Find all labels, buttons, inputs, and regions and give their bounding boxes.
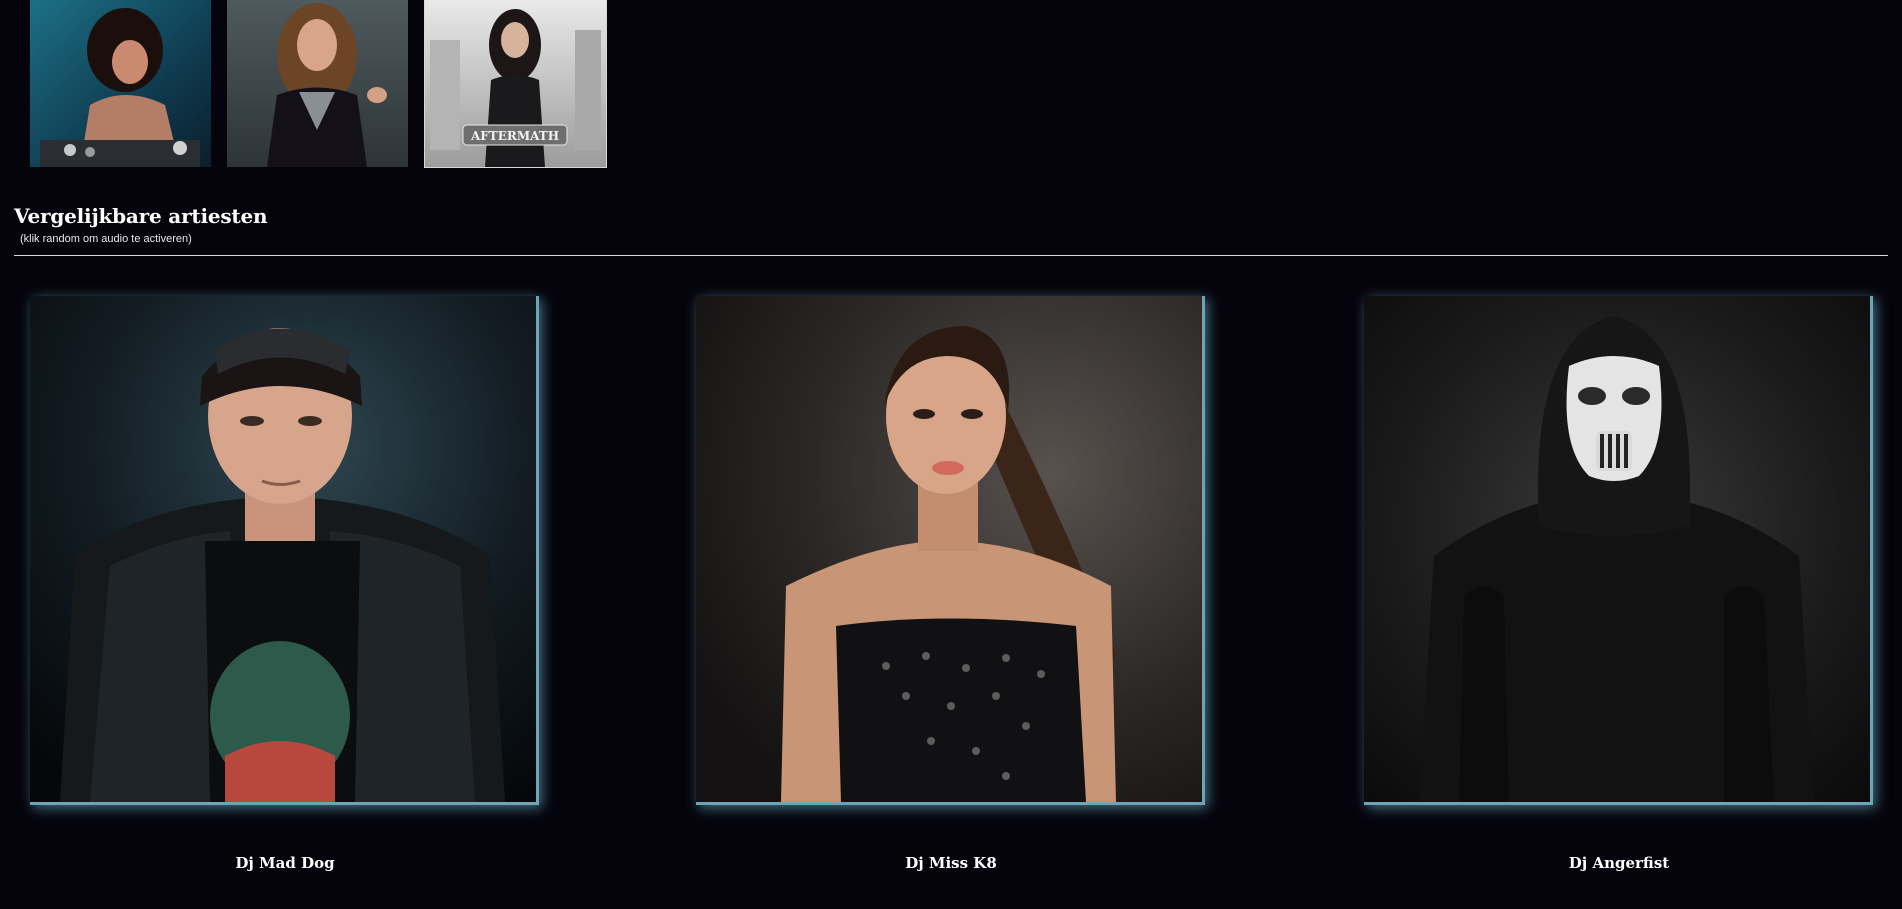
artist-photo-icon <box>696 296 1202 802</box>
gallery-thumbnail[interactable] <box>30 0 211 167</box>
section-divider <box>14 255 1888 256</box>
artist-photo[interactable] <box>696 296 1205 805</box>
artist-page: AFTERMATH Vergelijkbare artiesten (klik … <box>0 0 1902 909</box>
artist-photo[interactable] <box>1364 296 1873 805</box>
section-subtitle: (klik random om audio te activeren) <box>20 233 192 245</box>
artist-name[interactable]: Dj Miss K8 <box>696 854 1206 872</box>
artist-card-angerfist[interactable]: Dj Angerfist <box>1364 296 1874 872</box>
artist-name[interactable]: Dj Mad Dog <box>30 854 540 872</box>
artist-card-mad-dog[interactable]: Dj Mad Dog <box>30 296 540 872</box>
artist-photo-icon <box>30 296 536 802</box>
dj-at-decks-photo-icon <box>30 0 211 167</box>
artist-photo-icon <box>1364 296 1870 802</box>
gallery-thumbnail[interactable]: AFTERMATH <box>424 0 607 168</box>
artist-name[interactable]: Dj Angerfist <box>1364 854 1874 872</box>
artist-photo[interactable] <box>30 296 539 805</box>
artist-card-miss-k8[interactable]: Dj Miss K8 <box>696 296 1206 872</box>
section-title: Vergelijkbare artiesten <box>14 204 268 228</box>
poster-title-text: AFTERMATH <box>470 129 559 143</box>
portrait-photo-icon <box>227 0 408 167</box>
gallery-thumbnail[interactable] <box>227 0 408 167</box>
aftermath-poster-photo-icon: AFTERMATH <box>425 0 606 167</box>
